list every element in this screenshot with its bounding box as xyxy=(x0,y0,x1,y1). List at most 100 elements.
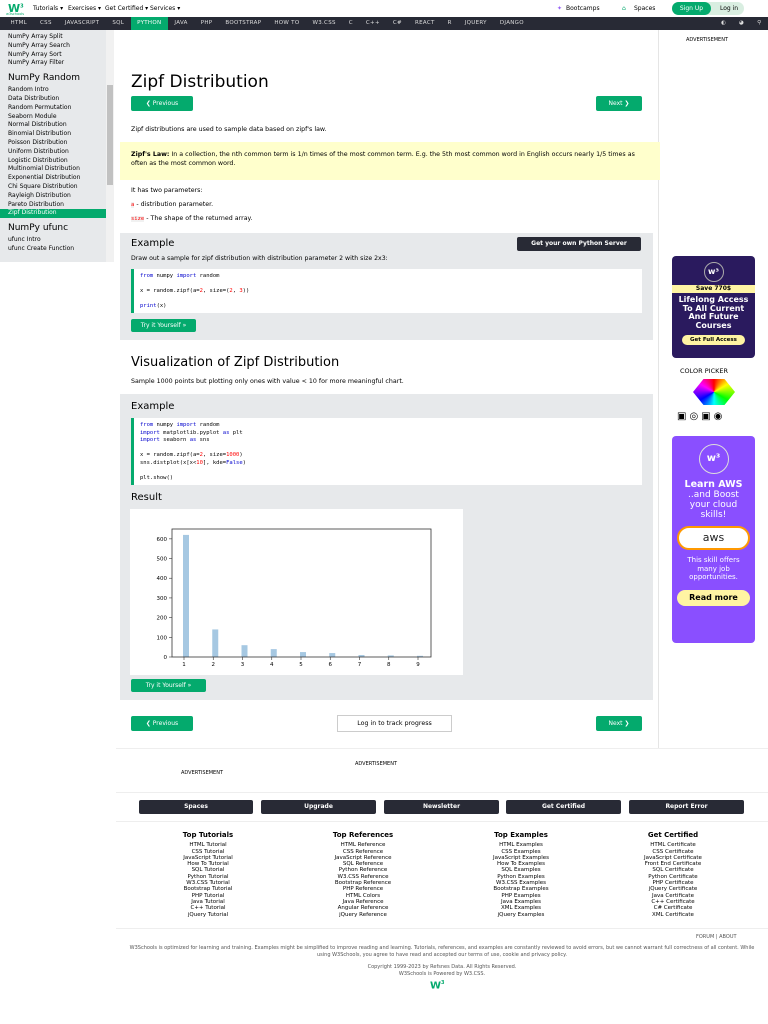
menu-services[interactable]: Services ▾ xyxy=(150,5,180,12)
footer-logo[interactable]: W3 xyxy=(430,980,445,991)
sidebar-item[interactable]: Seaborn Module xyxy=(0,113,114,122)
sidebar-item[interactable]: Rayleigh Distribution xyxy=(0,192,114,201)
sidebar-item[interactable]: Pareto Distribution xyxy=(0,201,114,210)
contrast-icon[interactable]: ◐ xyxy=(714,17,732,30)
forum-about-links[interactable]: FORUM | ABOUT xyxy=(696,934,737,940)
sidebar-item[interactable]: Normal Distribution xyxy=(0,121,114,130)
nav-javascript[interactable]: JAVASCRIPT xyxy=(58,17,106,30)
footer-newsletter-button[interactable]: Newsletter xyxy=(384,800,499,814)
nav-css[interactable]: CSS xyxy=(34,17,59,30)
login-button[interactable]: Log in xyxy=(716,2,742,15)
divider xyxy=(116,928,768,929)
nav-python[interactable]: PYTHON xyxy=(130,17,168,30)
nav-w3css[interactable]: W3.CSS xyxy=(306,17,342,30)
ad-read-more-button[interactable]: Read more xyxy=(677,589,750,606)
nav-howto[interactable]: HOW TO xyxy=(268,17,306,30)
sidebar-item[interactable]: NumPy Array Filter xyxy=(0,59,114,68)
example-heading: Example xyxy=(131,238,175,249)
x-tick-label: 2 xyxy=(212,662,216,668)
python-server-button[interactable]: Get your own Python Server xyxy=(517,237,641,251)
param-size-code: size xyxy=(131,216,145,222)
nav-c[interactable]: C xyxy=(342,17,359,30)
y-tick-label: 600 xyxy=(157,537,168,543)
previous-button[interactable]: ❮ Previous xyxy=(131,96,193,111)
nav-bootstrap[interactable]: BOOTSTRAP xyxy=(219,17,268,30)
sidebar-scroll-thumb[interactable] xyxy=(107,85,113,185)
spaces-icon: ⌂ xyxy=(622,5,626,12)
bootcamps-link[interactable]: Bootcamps xyxy=(566,5,600,12)
sidebar-item[interactable]: Poisson Distribution xyxy=(0,139,114,148)
previous-button-bottom[interactable]: ❮ Previous xyxy=(131,716,193,731)
footer-column: Top References HTML Reference CSS Referenc… xyxy=(303,831,423,918)
note-text: In a collection, the nth common term is … xyxy=(131,151,635,167)
sidebar-item[interactable]: Zipf Distribution xyxy=(0,209,114,219)
sidebar-item[interactable]: Data Distribution xyxy=(0,95,114,104)
sidebar-item[interactable]: Logistic Distribution xyxy=(0,157,114,166)
footer-upgrade-button[interactable]: Upgrade xyxy=(261,800,376,814)
x-tick-label: 7 xyxy=(358,662,362,668)
language-nav: HTML CSS JAVASCRIPT SQL PYTHON JAVA PHP … xyxy=(0,17,768,30)
ad-lifelong-access[interactable]: w³ Save 770$ Lifelong Access To All Curr… xyxy=(672,256,755,358)
footer-link[interactable]: jQuery Reference xyxy=(303,912,423,918)
sidebar-item[interactable]: Binomial Distribution xyxy=(0,130,114,139)
nav-django[interactable]: DJANGO xyxy=(493,17,530,30)
footer-column-title: Top References xyxy=(332,831,394,839)
nav-react[interactable]: REACT xyxy=(408,17,441,30)
nav-java[interactable]: JAVA xyxy=(168,17,194,30)
sidebar-item[interactable]: Random Intro xyxy=(0,86,114,95)
advertisement-label: ADVERTISEMENT xyxy=(355,761,398,767)
example-box-1: Example Get your own Python Server Draw … xyxy=(120,233,653,340)
ad-learn-aws[interactable]: w³ Learn AWS ..and Boost your cloud skil… xyxy=(672,436,755,643)
next-button[interactable]: Next ❯ xyxy=(596,96,642,111)
try-it-button[interactable]: Try it Yourself » xyxy=(131,679,206,692)
facebook-icon[interactable]: ▣ xyxy=(677,411,689,422)
menu-exercises[interactable]: Exercises ▾ xyxy=(68,5,101,12)
globe-icon[interactable]: ◕ xyxy=(733,17,751,30)
sidebar-item[interactable]: Exponential Distribution xyxy=(0,174,114,183)
nav-csharp[interactable]: C# xyxy=(386,17,408,30)
ad-get-full-access-button[interactable]: Get Full Access xyxy=(682,335,745,345)
sidebar-item[interactable]: Chi Square Distribution xyxy=(0,183,114,192)
nav-r[interactable]: R xyxy=(441,17,458,30)
footer-spaces-button[interactable]: Spaces xyxy=(139,800,253,814)
signup-button[interactable]: Sign Up xyxy=(672,2,711,15)
sidebar-item[interactable]: Multinomial Distribution xyxy=(0,165,114,174)
sidebar-item[interactable]: ufunc Create Function xyxy=(0,245,114,254)
try-it-button[interactable]: Try it Yourself » xyxy=(131,319,196,332)
sidebar-item[interactable]: NumPy Array Sort xyxy=(0,51,114,60)
aws-logo: aws xyxy=(677,526,750,550)
advertisement-label: ADVERTISEMENT xyxy=(686,37,729,43)
color-picker-icon[interactable] xyxy=(693,379,735,405)
footer-link[interactable]: jQuery Tutorial xyxy=(148,912,268,918)
menu-get-certified[interactable]: Get Certified ▾ xyxy=(105,5,148,12)
next-button-bottom[interactable]: Next ❯ xyxy=(596,716,642,731)
nav-jquery[interactable]: JQUERY xyxy=(458,17,493,30)
footer-link[interactable]: XML Certificate xyxy=(613,912,733,918)
sidebar-item[interactable]: Random Permutation xyxy=(0,104,114,113)
disclaimer: W3Schools is optimized for learning and … xyxy=(129,945,755,958)
footer-column-title: Top Tutorials xyxy=(182,831,234,839)
sidebar-item[interactable]: Uniform Distribution xyxy=(0,148,114,157)
code-block: from numpy import random import matplotli… xyxy=(131,418,642,485)
search-icon[interactable]: ⚲ xyxy=(751,17,768,30)
footer-column: Get Certified HTML Certificate CSS Certifi… xyxy=(613,831,733,918)
nav-php[interactable]: PHP xyxy=(194,17,219,30)
footer-get-certified-button[interactable]: Get Certified xyxy=(506,800,621,814)
footer-column-title: Get Certified xyxy=(647,831,699,839)
menu-tutorials[interactable]: Tutorials ▾ xyxy=(33,5,63,12)
spaces-link[interactable]: Spaces xyxy=(634,5,655,12)
example-heading: Example xyxy=(131,401,175,412)
instagram-icon[interactable]: ◎ xyxy=(689,411,701,422)
nav-html[interactable]: HTML xyxy=(4,17,34,30)
footer-report-error-button[interactable]: Report Error xyxy=(629,800,744,814)
nav-cpp[interactable]: C++ xyxy=(359,17,386,30)
nav-sql[interactable]: SQL xyxy=(106,17,131,30)
sidebar-item[interactable]: ufunc Intro xyxy=(0,236,114,245)
linkedin-icon[interactable]: ▣ xyxy=(701,411,713,422)
sidebar-heading: NumPy ufunc xyxy=(8,223,69,234)
sidebar-item[interactable]: NumPy Array Split xyxy=(0,33,114,42)
track-progress-button[interactable]: Log in to track progress xyxy=(337,715,452,732)
footer-link[interactable]: jQuery Examples xyxy=(461,912,581,918)
sidebar-item[interactable]: NumPy Array Search xyxy=(0,42,114,51)
discord-icon[interactable]: ◉ xyxy=(714,411,726,422)
